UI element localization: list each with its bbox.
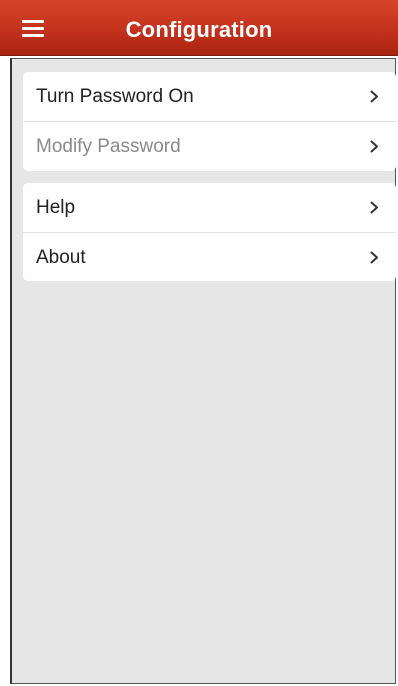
- app-header: Configuration: [0, 0, 398, 56]
- menu-bar-top: [22, 20, 44, 23]
- info-group: Help About: [23, 183, 396, 281]
- turn-password-on-label: Turn Password On: [36, 86, 194, 107]
- settings-content: Turn Password On Modify Password Help Ab…: [10, 58, 396, 684]
- chevron-right-icon: [370, 201, 378, 214]
- menu-bar-bottom: [22, 34, 44, 37]
- chevron-right-icon: [370, 90, 378, 103]
- hamburger-menu-icon[interactable]: [22, 20, 44, 38]
- menu-bar-middle: [22, 27, 44, 30]
- security-group: Turn Password On Modify Password: [23, 72, 396, 171]
- help-item[interactable]: Help: [23, 183, 396, 232]
- chevron-right-icon: [370, 140, 378, 153]
- about-item[interactable]: About: [23, 232, 396, 282]
- page-title: Configuration: [125, 17, 273, 42]
- app-window: Configuration Turn Password On Modify Pa…: [0, 0, 398, 686]
- turn-password-on-item[interactable]: Turn Password On: [23, 72, 396, 121]
- about-label: About: [36, 247, 86, 268]
- chevron-right-icon: [370, 251, 378, 264]
- help-label: Help: [36, 197, 76, 218]
- modify-password-item[interactable]: Modify Password: [23, 121, 396, 171]
- modify-password-label: Modify Password: [36, 136, 181, 157]
